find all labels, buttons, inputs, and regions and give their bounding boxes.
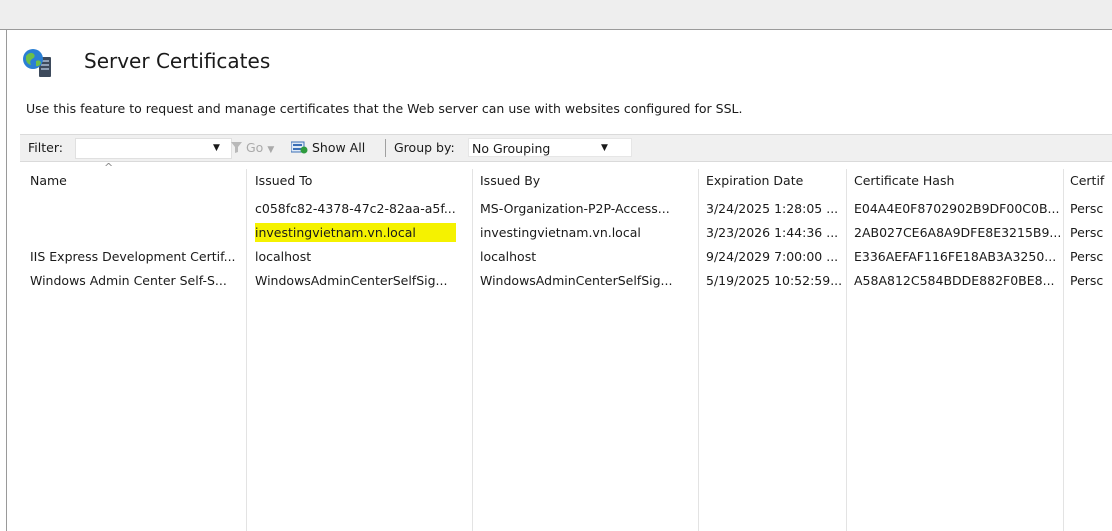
page-description: Use this feature to request and manage c…: [26, 101, 743, 116]
cell-issued-to: WindowsAdminCenterSelfSig...: [255, 273, 448, 288]
cell-name: IIS Express Development Certif...: [30, 249, 236, 264]
sort-ascending-icon: ^: [104, 161, 114, 174]
cell-certificate-hash: E04A4E0F8702902B9DF00C0B...: [854, 201, 1060, 216]
filter-toolbar: Filter: ▼ Go ▼ Show All Group by: No Gro…: [20, 134, 1112, 162]
cell-certificate-hash: E336AEFAF116FE18AB3A3250...: [854, 249, 1057, 264]
go-dropdown-icon: ▼: [267, 145, 275, 155]
cell-expiration-date: 3/24/2025 1:28:05 ...: [706, 201, 839, 216]
group-by-select[interactable]: No Grouping ▼: [468, 138, 632, 157]
column-divider: [472, 169, 473, 531]
cell-certificate-store: Persc: [1070, 273, 1104, 288]
show-all-button[interactable]: Show All: [290, 135, 366, 161]
column-header-certificate-store[interactable]: Certif: [1070, 173, 1104, 188]
page-title: Server Certificates: [84, 49, 271, 73]
cell-issued-to-highlighted: investingvietnam.vn.local: [255, 223, 456, 242]
go-button[interactable]: Go ▼: [231, 135, 274, 161]
server-certificates-icon: [23, 49, 51, 77]
cell-expiration-date: 9/24/2029 7:00:00 ...: [706, 249, 839, 264]
cell-certificate-store: Persc: [1070, 249, 1104, 264]
cell-issued-by: WindowsAdminCenterSelfSig...: [480, 273, 673, 288]
filter-input[interactable]: [75, 138, 232, 159]
column-header-expiration-date[interactable]: Expiration Date: [706, 173, 803, 188]
filter-dropdown-icon[interactable]: ▼: [213, 135, 220, 161]
group-by-value: No Grouping: [472, 141, 551, 156]
cell-certificate-hash: 2AB027CE6A8A9DFE8E3215B9...: [854, 225, 1060, 240]
window-top-bar: [0, 0, 1112, 30]
column-divider: [1063, 169, 1064, 531]
go-label: Go: [245, 140, 264, 155]
column-header-name[interactable]: Name: [30, 173, 67, 188]
show-all-label: Show All: [311, 140, 366, 155]
filter-label: Filter:: [28, 140, 63, 155]
cell-issued-to: c058fc82-4378-47c2-82aa-a5f...: [255, 201, 456, 216]
column-divider: [698, 169, 699, 531]
cell-certificate-store: Persc: [1070, 225, 1104, 240]
column-header-certificate-hash[interactable]: Certificate Hash: [854, 173, 954, 188]
cell-expiration-date: 5/19/2025 10:52:59...: [706, 273, 843, 288]
cell-issued-by: MS-Organization-P2P-Access...: [480, 201, 670, 216]
funnel-icon: [231, 142, 242, 153]
group-by-label: Group by:: [394, 140, 455, 155]
cell-issued-by: localhost: [480, 249, 537, 264]
column-header-issued-by[interactable]: Issued By: [480, 173, 540, 188]
chevron-down-icon: ▼: [601, 143, 608, 153]
cell-issued-to: localhost: [255, 249, 312, 264]
cell-name: Windows Admin Center Self-S...: [30, 273, 227, 288]
cell-certificate-hash: A58A812C584BDDE882F0BE8...: [854, 273, 1055, 288]
column-header-issued-to[interactable]: Issued To: [255, 173, 312, 188]
column-divider: [846, 169, 847, 531]
pane-border: [6, 29, 7, 531]
certificates-table: ^ Name Issued To Issued By Expiration Da…: [20, 161, 1112, 531]
toolbar-separator: [385, 139, 386, 157]
cell-certificate-store: Persc: [1070, 201, 1104, 216]
cell-issued-by: investingvietnam.vn.local: [480, 225, 641, 240]
show-all-icon: [290, 141, 308, 154]
column-divider: [246, 169, 247, 531]
cell-expiration-date: 3/23/2026 1:44:36 ...: [706, 225, 839, 240]
